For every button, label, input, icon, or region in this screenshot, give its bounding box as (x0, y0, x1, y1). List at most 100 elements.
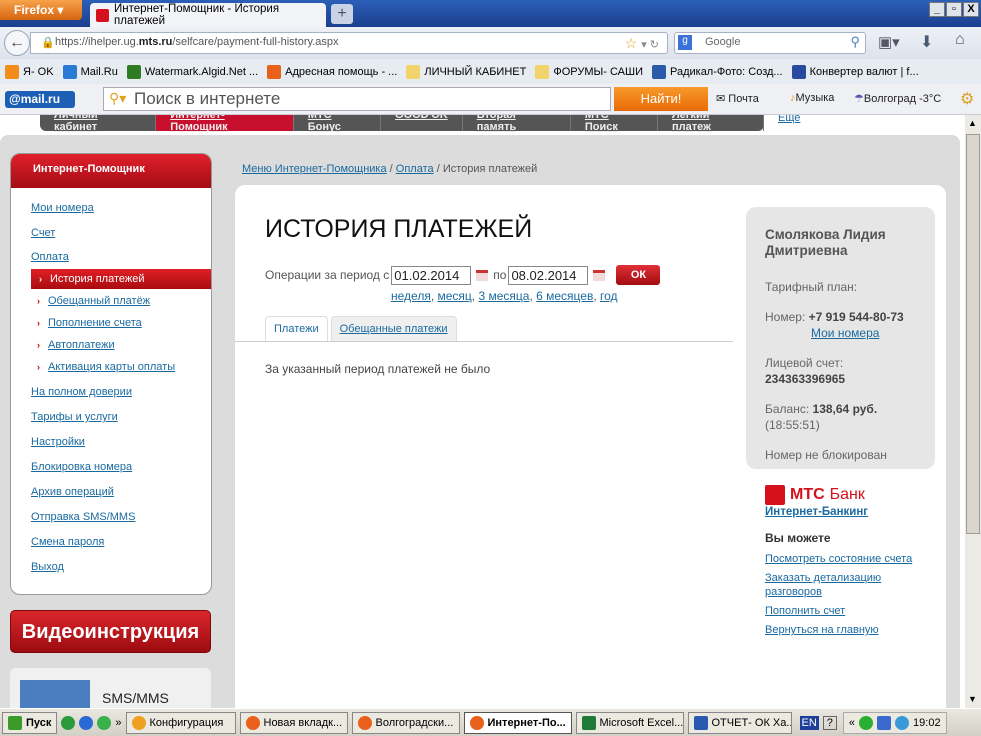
taskbar-item[interactable]: ОТЧЕТ- ОК Ха... (687, 711, 792, 734)
bookmark-folder[interactable]: ЛИЧНЫЙ КАБИНЕТ (406, 64, 526, 79)
bank-link[interactable]: Посмотреть состояние счета (765, 552, 945, 566)
taskbar-item[interactable]: Волгоградски... (351, 711, 460, 734)
home-icon[interactable]: ⌂ (955, 31, 965, 49)
url-bar[interactable]: 🔒 https://ihelper.ug.mts.ru/selfcare/paym… (30, 32, 668, 54)
period-month-link[interactable]: месяц (438, 289, 472, 303)
mailru-search-input[interactable]: ⚲▾ Поиск в интернете (103, 87, 611, 111)
date-from-input[interactable]: 01.02.2014 (391, 265, 472, 285)
subitem-label[interactable]: Автоплатежи (48, 339, 115, 351)
period-week-link[interactable]: неделя (391, 289, 431, 303)
topnav-item[interactable]: Легкий платеж (658, 115, 764, 133)
sidebar-item[interactable]: Настройки (31, 436, 85, 448)
search-icon[interactable]: ⚲ (850, 34, 860, 50)
bookmark-folder[interactable]: ФОРУМЫ- САШИ (535, 64, 643, 79)
mail-link[interactable]: ✉ Почта (716, 92, 759, 105)
taskbar-item[interactable]: Новая вкладк... (239, 711, 348, 734)
my-numbers-link[interactable]: Мои номера (811, 326, 879, 340)
weather-link[interactable]: ☂Волгоград -3°C (854, 92, 941, 105)
period-3months-link[interactable]: 3 месяца (478, 289, 529, 303)
download-icon[interactable]: ⬇ (920, 32, 933, 52)
tab-payments[interactable]: Платежи (265, 316, 328, 341)
firefox-menu-button[interactable]: Firefox ▾ (0, 0, 82, 20)
sidebar-item-my-numbers[interactable]: Мои номера (31, 202, 94, 214)
sidebar-subitem-autopay[interactable]: › Автоплатежи (37, 339, 115, 351)
sidebar-item[interactable]: Архив операций (31, 486, 114, 498)
bookmark-item[interactable]: Конвертер валют | f... (791, 64, 919, 79)
close-button[interactable]: X (963, 2, 979, 17)
scroll-up-arrow-icon[interactable]: ▲ (968, 118, 977, 128)
bookmark-item[interactable]: Mail.Ru (62, 64, 118, 79)
sidebar-subitem-payment-history[interactable]: › История платежей (31, 269, 211, 289)
video-instruction-button[interactable]: Видеоинструкция (10, 610, 211, 653)
sidebar-item[interactable]: Блокировка номера (31, 461, 132, 473)
sidebar-subitem-card-activation[interactable]: › Активация карты оплаты (37, 361, 175, 373)
calendar-icon[interactable] (593, 269, 606, 281)
sidebar-item[interactable]: Смена пароля (31, 536, 104, 548)
breadcrumb-link[interactable]: Меню Интернет-Помощника (242, 163, 387, 175)
maximize-button[interactable]: ▫ (946, 2, 962, 17)
taskbar-item[interactable]: Конфигурация (125, 711, 236, 734)
bank-link[interactable]: Вернуться на главную (765, 623, 945, 637)
topnav-item[interactable]: Личный кабинет (40, 115, 157, 133)
tab-label[interactable]: Обещанные платежи (340, 323, 448, 335)
taskbar-item-active[interactable]: Интернет-По... (463, 711, 572, 734)
settings-gear-icon[interactable]: ⚙ (960, 89, 974, 109)
sidebar-item[interactable]: На полном доверии (31, 386, 132, 398)
ok-button[interactable]: ОК (616, 265, 661, 285)
bookmark-star-icon[interactable]: ☆ ▾ ↻ (625, 35, 659, 52)
network-icon[interactable] (877, 715, 892, 730)
quick-launch-more[interactable]: » (115, 717, 121, 729)
topnav-item[interactable]: МТС Поиск (571, 115, 658, 133)
bank-link[interactable]: Пополнить счет (765, 604, 945, 618)
period-6months-link[interactable]: 6 месяцев (536, 289, 593, 303)
bank-link[interactable]: Заказать детализацию разговоров (765, 571, 895, 599)
sms-promo-banner[interactable]: SMS/MMS (10, 668, 211, 708)
utorrent-icon[interactable] (61, 715, 76, 730)
date-to-input[interactable]: 08.02.2014 (508, 265, 589, 285)
start-button[interactable]: Пуск (2, 711, 58, 734)
bookmarks-icon[interactable]: ▣▾ (878, 33, 900, 51)
internet-banking-link[interactable]: Интернет-Банкинг (765, 505, 945, 519)
taskbar-item[interactable]: Microsoft Excel... (575, 711, 684, 734)
topnav-item-active[interactable]: Интернет-Помощник (156, 115, 294, 133)
tray-app-icon[interactable] (895, 715, 910, 730)
period-year-link[interactable]: год (600, 289, 618, 303)
tray-app-icon[interactable] (859, 715, 874, 730)
calendar-icon[interactable] (476, 269, 489, 281)
quick-launch-icon[interactable] (97, 715, 112, 730)
language-indicator[interactable]: EN (799, 715, 819, 730)
find-button[interactable]: Найти! (614, 87, 708, 111)
bookmark-item[interactable]: Я- OK (5, 64, 54, 79)
subitem-label[interactable]: Активация карты оплаты (48, 361, 175, 373)
topnav-more-link[interactable]: Еще (778, 115, 800, 124)
sidebar-subitem-top-up[interactable]: › Пополнение счета (37, 317, 142, 329)
bookmark-item[interactable]: Watermark.Algid.Net ... (126, 64, 258, 79)
back-button[interactable]: ← (4, 30, 30, 56)
scrollbar-thumb[interactable] (966, 134, 980, 534)
bookmark-item[interactable]: Радикал-Фото: Созд... (651, 64, 783, 79)
topnav-item[interactable]: GOOD'OK (381, 115, 463, 131)
scroll-down-arrow-icon[interactable]: ▼ (968, 694, 977, 704)
topnav-item[interactable]: МТС Бонус (294, 115, 382, 133)
mailru-logo[interactable]: @mail.ru (5, 91, 75, 108)
breadcrumb-link[interactable]: Оплата (396, 163, 434, 175)
topnav-item[interactable]: Вторая память (463, 115, 571, 133)
sidebar-item-payment[interactable]: Оплата (31, 251, 69, 263)
sidebar-item-logout[interactable]: Выход (31, 561, 64, 573)
sidebar-item[interactable]: Отправка SMS/MMS (31, 511, 135, 523)
search-box[interactable]: g Google ⚲ (674, 32, 866, 54)
sidebar-subitem-promised-payment[interactable]: › Обещанный платёж (37, 295, 150, 307)
music-link[interactable]: ♪Музыка (790, 92, 834, 104)
sidebar-item[interactable]: Тарифы и услуги (31, 411, 118, 423)
minimize-button[interactable]: _ (929, 2, 945, 17)
tab-promised-payments[interactable]: Обещанные платежи (330, 316, 457, 341)
mail-agent-icon[interactable] (79, 715, 94, 730)
bookmark-item[interactable]: Адресная помощь - ... (267, 64, 397, 79)
subitem-label[interactable]: Пополнение счета (48, 317, 142, 329)
browser-tab-active[interactable]: Интернет-Помощник - История платежей (90, 3, 326, 27)
subitem-label[interactable]: Обещанный платёж (48, 295, 150, 307)
tray-expand-icon[interactable]: « (849, 717, 855, 729)
new-tab-button[interactable]: + (331, 4, 353, 24)
sidebar-item-account[interactable]: Счет (31, 227, 55, 239)
help-icon[interactable]: ? (822, 715, 837, 730)
